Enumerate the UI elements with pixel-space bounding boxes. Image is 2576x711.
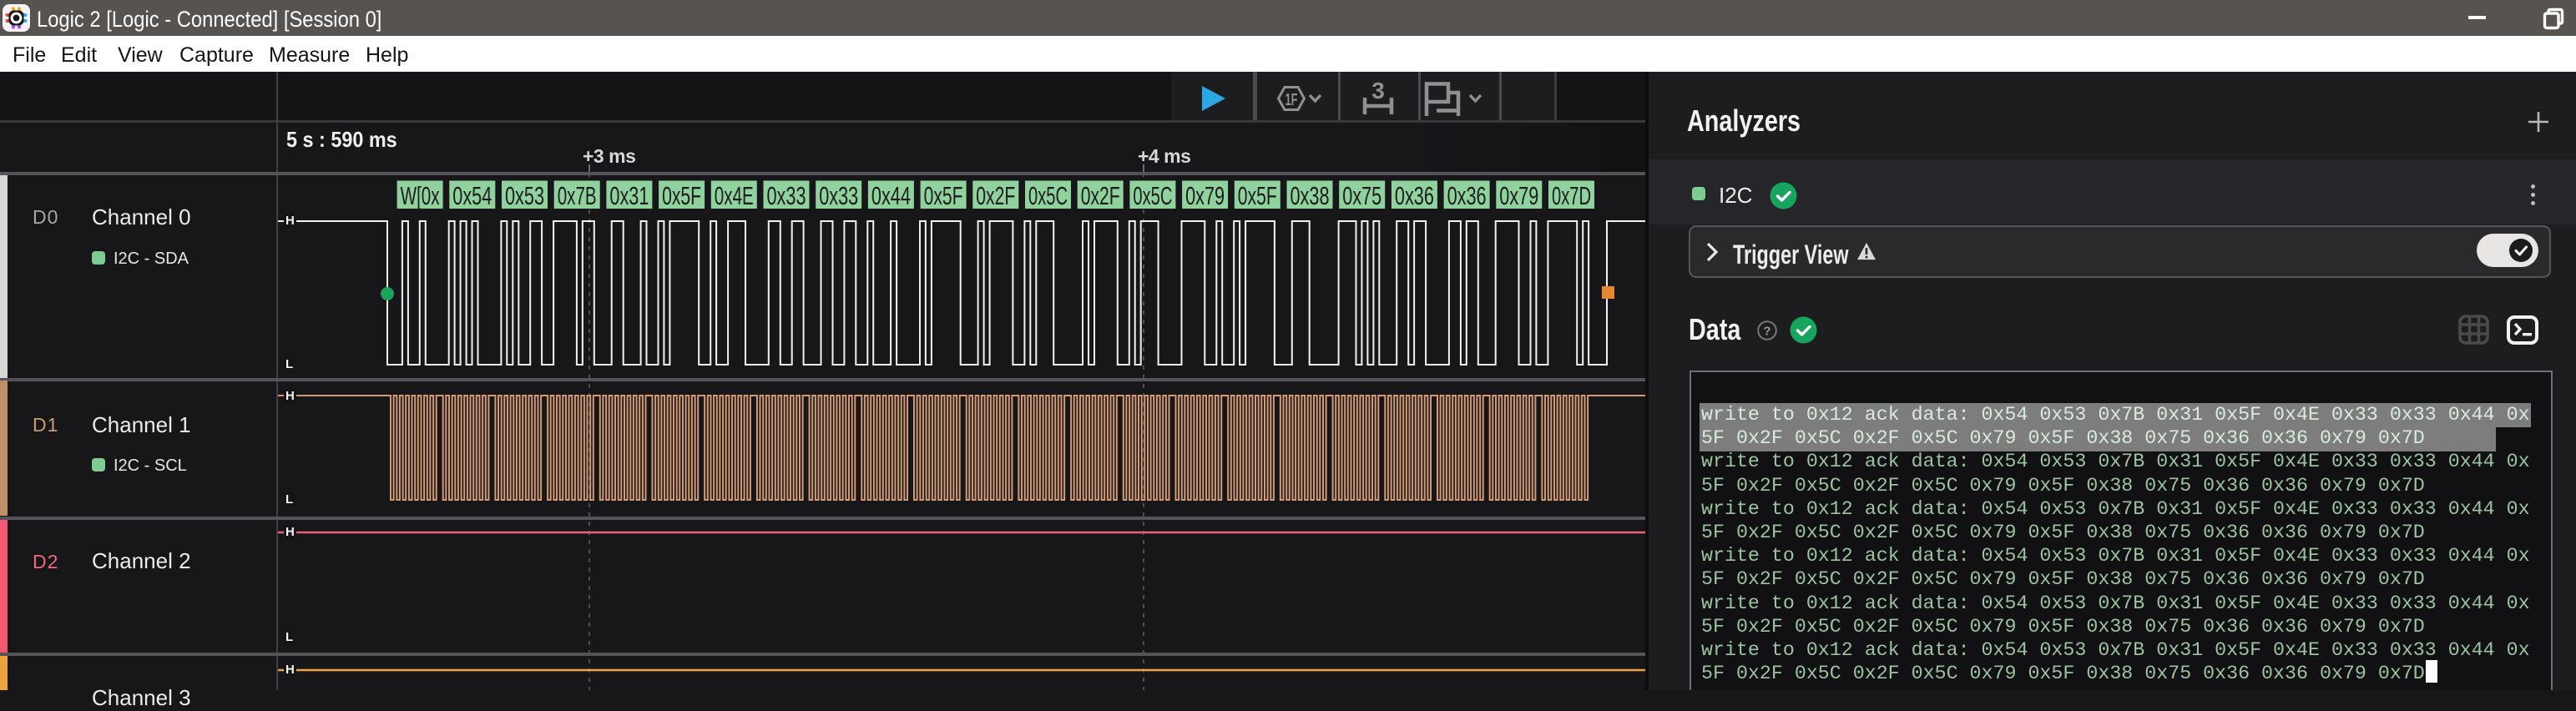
svg-text:0x7D: 0x7D xyxy=(1552,181,1591,210)
svg-text:1F: 1F xyxy=(1285,91,1298,109)
svg-text:0x5C: 0x5C xyxy=(1133,181,1172,210)
svg-text:0x5F: 0x5F xyxy=(1238,181,1277,210)
svg-text:?: ? xyxy=(1763,325,1770,339)
svg-text:W[0x: W[0x xyxy=(401,181,440,210)
svg-text:0x54: 0x54 xyxy=(452,181,492,210)
svg-text:0x31: 0x31 xyxy=(609,181,649,210)
svg-text:0x79: 0x79 xyxy=(1185,181,1225,210)
svg-text:0x5F: 0x5F xyxy=(924,181,963,210)
svg-text:0x36: 0x36 xyxy=(1395,181,1434,210)
svg-text:0x2F: 0x2F xyxy=(1081,181,1120,210)
svg-text:0x79: 0x79 xyxy=(1499,181,1538,210)
svg-text:0x33: 0x33 xyxy=(767,181,806,210)
svg-text:0x4E: 0x4E xyxy=(715,181,754,210)
svg-text:0x5F: 0x5F xyxy=(662,181,701,210)
svg-text:0x38: 0x38 xyxy=(1291,181,1330,210)
svg-text:0x53: 0x53 xyxy=(505,181,544,210)
svg-text:0x5C: 0x5C xyxy=(1028,181,1068,210)
svg-text:0x2F: 0x2F xyxy=(976,181,1015,210)
svg-text:0x7B: 0x7B xyxy=(558,181,597,210)
svg-text:0x75: 0x75 xyxy=(1342,181,1381,210)
svg-text:0x33: 0x33 xyxy=(819,181,858,210)
svg-text:3: 3 xyxy=(1371,80,1385,103)
svg-text:0x44: 0x44 xyxy=(871,181,911,210)
svg-text:0x36: 0x36 xyxy=(1447,181,1487,210)
